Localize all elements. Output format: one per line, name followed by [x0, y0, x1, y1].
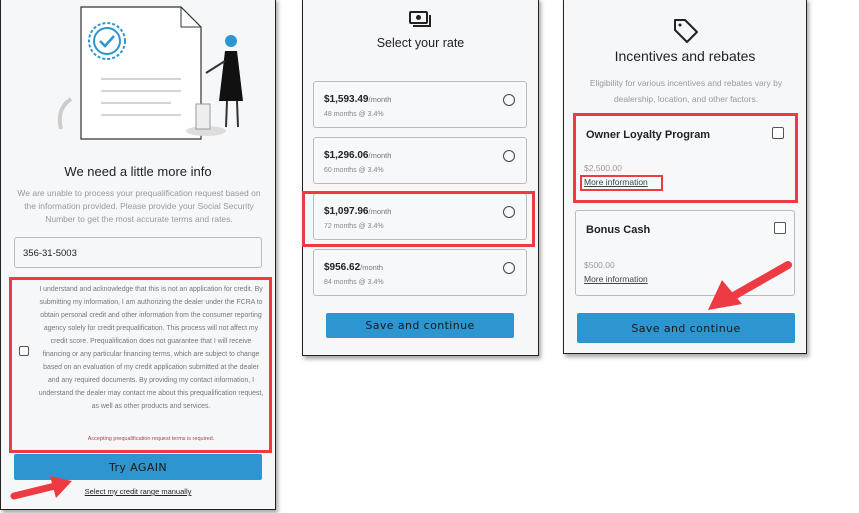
rate-terms: 84 months @ 3.4% — [324, 279, 384, 286]
document-illustration — [57, 6, 243, 140]
rate-terms: 60 months @ 3.4% — [324, 167, 384, 174]
rate-amount: $1,296.06 — [324, 150, 369, 161]
incentive-checkbox[interactable] — [774, 222, 786, 234]
info-description: We are unable to process your prequalifi… — [17, 188, 261, 224]
ssn-value: 356-31-5003 — [23, 248, 77, 259]
rate-save-button[interactable]: Save and continue — [326, 313, 514, 338]
consent-text: I understand and acknowledge that this i… — [38, 286, 264, 410]
incentives-title: Incentives and rebates — [614, 48, 756, 64]
page-title: We need a little more info — [64, 164, 212, 179]
rate-option[interactable]: $1,593.49/month 48 months @ 3.4% — [313, 81, 527, 128]
consent-error: Accepting prequalification request terms… — [87, 436, 215, 442]
rate-option[interactable]: $1,296.06/month 60 months @ 3.4% — [313, 137, 527, 184]
rate-amount: $1,593.49 — [324, 94, 369, 105]
incentive-amount: $500.00 — [584, 260, 615, 270]
rate-radio[interactable] — [503, 94, 515, 106]
more-info-highlight — [580, 175, 663, 191]
consent-checkbox[interactable] — [19, 346, 29, 356]
incentive-name: Bonus Cash — [586, 224, 651, 236]
arrow-annotation — [708, 261, 792, 310]
cash-icon — [409, 11, 431, 27]
incentives-description: Eligibility for various incentives and r… — [589, 78, 783, 104]
selected-rate-highlight — [302, 191, 535, 247]
rate-unit: /month — [368, 95, 392, 104]
rate-amount: $956.62 — [324, 262, 361, 273]
rate-radio[interactable] — [503, 150, 515, 162]
more-information-link[interactable]: More information — [584, 274, 648, 284]
rate-radio[interactable] — [503, 262, 515, 274]
ssn-input[interactable]: 356-31-5003 — [14, 237, 262, 268]
rate-option[interactable]: $956.62/month 84 months @ 3.4% — [313, 249, 527, 296]
tag-icon — [674, 19, 698, 43]
prequal-panel: We need a little more info We are unable… — [0, 0, 276, 510]
rate-title: Select your rate — [376, 36, 465, 50]
incentives-save-button[interactable]: Save and continue — [577, 313, 795, 343]
rate-unit: /month — [368, 151, 392, 160]
rate-unit: /month — [360, 263, 384, 272]
arrow-annotation — [10, 476, 72, 500]
rate-terms: 48 months @ 3.4% — [324, 111, 384, 118]
